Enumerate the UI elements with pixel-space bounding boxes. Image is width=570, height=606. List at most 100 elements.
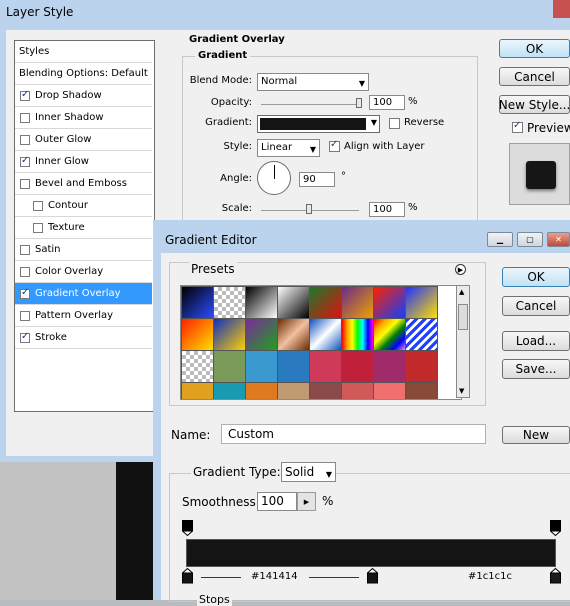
style-category-satin[interactable]: Satin (15, 239, 152, 261)
load-button[interactable]: Load... (502, 331, 570, 351)
preset-swatch[interactable] (309, 318, 342, 351)
style-category-inner-shadow[interactable]: Inner Shadow (15, 107, 152, 129)
style-category-color-overlay[interactable]: Color Overlay (15, 261, 152, 283)
category-checkbox[interactable] (20, 331, 30, 343)
preset-swatch[interactable] (373, 350, 406, 383)
preview-checkbox[interactable] (512, 120, 523, 133)
close-button[interactable]: ✕ (547, 232, 570, 247)
preset-swatch[interactable] (373, 382, 406, 399)
gradient-preview-bar[interactable] (186, 539, 556, 567)
scale-input[interactable]: 100 (369, 202, 405, 217)
preset-swatch[interactable] (277, 382, 310, 399)
style-category-texture[interactable]: Texture (15, 217, 152, 239)
preset-swatch[interactable] (405, 350, 438, 383)
opacity-slider-thumb[interactable] (356, 98, 362, 108)
preset-swatch[interactable] (309, 382, 342, 399)
opacity-input[interactable]: 100 (369, 95, 405, 110)
category-checkbox[interactable] (20, 266, 30, 277)
ok-button[interactable]: OK (502, 267, 570, 287)
opacity-slider[interactable] (261, 104, 361, 105)
maximize-button[interactable]: ▢ (517, 232, 543, 247)
style-category-bevel-and-emboss[interactable]: Bevel and Emboss (15, 173, 152, 195)
preset-swatch[interactable] (181, 382, 214, 399)
preset-swatch[interactable] (213, 318, 246, 351)
ok-button[interactable]: OK (499, 39, 570, 58)
preset-swatch[interactable] (181, 286, 214, 319)
preset-swatch[interactable] (405, 286, 438, 319)
angle-input[interactable]: 90 (299, 172, 335, 187)
style-category-gradient-overlay[interactable]: Gradient Overlay (15, 283, 152, 305)
cancel-button[interactable]: Cancel (502, 296, 570, 316)
preset-swatch[interactable] (341, 350, 374, 383)
preset-swatch[interactable] (213, 286, 246, 319)
preset-swatch[interactable] (245, 286, 278, 319)
style-category-outer-glow[interactable]: Outer Glow (15, 129, 152, 151)
color-stop-left[interactable] (181, 567, 194, 587)
opacity-stop-right[interactable] (549, 520, 562, 539)
preset-swatch[interactable] (405, 318, 438, 351)
scroll-down-icon[interactable]: ▼ (459, 387, 464, 395)
style-category-contour[interactable]: Contour (15, 195, 152, 217)
category-checkbox[interactable] (20, 287, 30, 299)
preset-swatch[interactable] (245, 382, 278, 399)
category-checkbox[interactable] (20, 134, 30, 145)
name-input[interactable]: Custom (221, 424, 486, 444)
angle-dial[interactable] (257, 161, 291, 195)
preset-swatch[interactable] (213, 382, 246, 399)
preset-swatch[interactable] (277, 286, 310, 319)
preset-swatch[interactable] (341, 286, 374, 319)
preset-swatch[interactable] (245, 318, 278, 351)
preset-swatch[interactable] (309, 350, 342, 383)
preset-swatch[interactable] (373, 318, 406, 351)
preset-swatch[interactable] (341, 382, 374, 399)
preset-swatch[interactable] (277, 318, 310, 351)
save-button[interactable]: Save... (502, 359, 570, 379)
category-checkbox[interactable] (20, 310, 30, 321)
presets-menu-button[interactable]: ▶ (455, 264, 466, 275)
opacity-stop-left[interactable] (181, 520, 194, 539)
category-label: Blending Options: Default (19, 68, 148, 79)
close-button[interactable] (553, 0, 570, 18)
styles-header[interactable]: Styles (15, 41, 152, 63)
category-checkbox[interactable] (20, 244, 30, 255)
style-category-blending-options-default[interactable]: Blending Options: Default (15, 63, 152, 85)
reverse-checkbox[interactable] (389, 118, 400, 129)
preset-swatch[interactable] (181, 350, 214, 383)
color-stop-right[interactable] (549, 567, 562, 587)
scale-slider-thumb[interactable] (306, 204, 312, 214)
preset-swatch[interactable] (213, 350, 246, 383)
gradient-picker[interactable]: ▼ (257, 115, 380, 133)
new-button[interactable]: New (502, 426, 570, 444)
style-category-drop-shadow[interactable]: Drop Shadow (15, 85, 152, 107)
minimize-button[interactable]: ▁ (487, 232, 513, 247)
category-checkbox[interactable] (33, 200, 43, 211)
style-category-stroke[interactable]: Stroke (15, 327, 152, 349)
scale-unit: % (408, 202, 418, 213)
scroll-thumb[interactable] (458, 304, 468, 330)
gradient-type-select[interactable]: Solid ▼ (281, 462, 336, 482)
category-checkbox[interactable] (20, 89, 30, 101)
style-select[interactable]: Linear ▼ (257, 139, 320, 157)
category-checkbox[interactable] (20, 155, 30, 167)
preset-swatch[interactable] (309, 286, 342, 319)
preset-swatch[interactable] (245, 350, 278, 383)
preset-swatch[interactable] (341, 318, 374, 351)
smoothness-stepper[interactable]: ▶ (297, 492, 316, 511)
align-with-layer-checkbox[interactable] (329, 139, 340, 152)
cancel-button[interactable]: Cancel (499, 67, 570, 86)
preset-swatch[interactable] (277, 350, 310, 383)
presets-scrollbar[interactable]: ▲ ▼ (456, 285, 470, 398)
category-checkbox[interactable] (20, 178, 30, 189)
preset-swatch[interactable] (373, 286, 406, 319)
category-checkbox[interactable] (20, 112, 30, 123)
preset-swatch[interactable] (405, 382, 438, 399)
scroll-up-icon[interactable]: ▲ (459, 288, 464, 296)
category-checkbox[interactable] (33, 222, 43, 233)
new-style-button[interactable]: New Style... (499, 95, 570, 114)
style-category-pattern-overlay[interactable]: Pattern Overlay (15, 305, 152, 327)
style-category-inner-glow[interactable]: Inner Glow (15, 151, 152, 173)
preset-swatch[interactable] (181, 318, 214, 351)
midpoint-stop[interactable] (366, 567, 379, 587)
blend-mode-select[interactable]: Normal ▼ (257, 73, 369, 91)
smoothness-input[interactable]: 100 (257, 492, 297, 511)
